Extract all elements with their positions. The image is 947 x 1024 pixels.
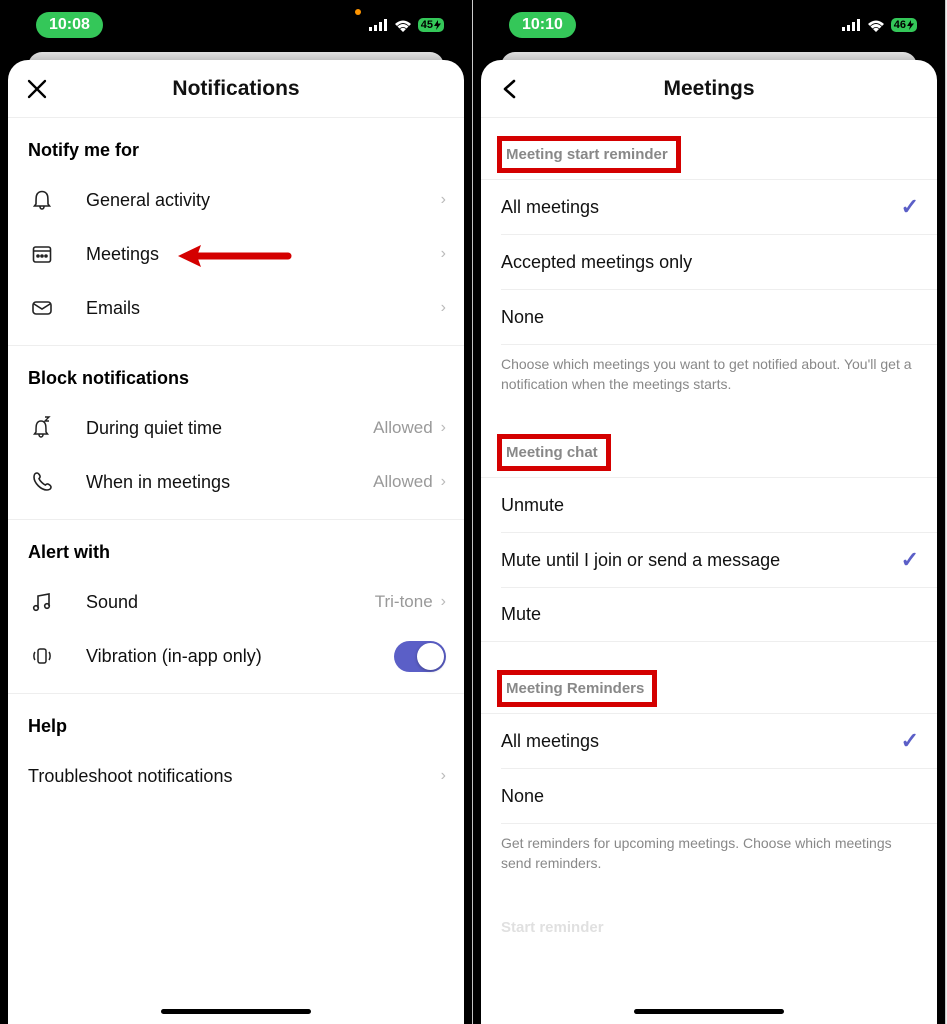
annotation-box: Meeting chat (497, 434, 611, 471)
annotation-box: Meeting start reminder (497, 136, 681, 173)
row-label: Sound (86, 592, 375, 613)
music-icon (28, 588, 56, 616)
row-label: Accepted meetings only (501, 252, 919, 273)
status-right-cluster: 46 (842, 18, 917, 32)
row-label: Emails (86, 298, 441, 319)
page-title: Notifications (66, 77, 406, 101)
row-label: Vibration (in-app only) (86, 646, 394, 667)
row-label: Unmute (501, 495, 919, 516)
row-sound[interactable]: Sound Tri-tone › (8, 575, 464, 629)
status-time: 10:08 (36, 12, 103, 38)
row-label: Mute until I join or send a message (501, 550, 901, 571)
status-bar: 10:10 46 (473, 0, 945, 50)
check-icon: ✓ (901, 728, 919, 754)
section-header-block: Block notifications (8, 346, 464, 401)
annotation-box: Meeting Reminders (497, 670, 657, 707)
row-when-in-meetings[interactable]: When in meetings Allowed › (8, 455, 464, 509)
chevron-right-icon: › (441, 593, 446, 611)
row-general-activity[interactable]: General activity › (8, 173, 464, 227)
check-icon: ✓ (901, 194, 919, 220)
status-right-cluster: 45 (357, 18, 444, 32)
vibration-icon (28, 642, 56, 670)
chevron-right-icon: › (441, 473, 446, 491)
phone-left: 10:08 45 Notifications Notify me for (0, 0, 473, 1024)
row-rem-all[interactable]: All meetings ✓ (481, 714, 937, 768)
row-accepted-only[interactable]: Accepted meetings only (481, 235, 937, 289)
section-header-notify: Notify me for (8, 118, 464, 173)
back-button[interactable] (481, 79, 539, 99)
row-label: When in meetings (86, 472, 373, 493)
footer-text-reminders: Get reminders for upcoming meetings. Cho… (481, 824, 937, 895)
content-scroll[interactable]: Meeting start reminder All meetings ✓ Ac… (481, 118, 937, 1024)
chevron-right-icon: › (441, 419, 446, 437)
row-emails[interactable]: Emails › (8, 281, 464, 335)
recording-dot-icon (355, 9, 361, 15)
row-label: None (501, 307, 919, 328)
row-label: All meetings (501, 731, 901, 752)
content-scroll[interactable]: Notify me for General activity › Meeting… (8, 118, 464, 1024)
cutoff-header: Start reminder (481, 895, 937, 936)
battery-icon: 45 (418, 18, 444, 32)
close-icon (27, 79, 47, 99)
row-label: General activity (86, 190, 441, 211)
home-indicator[interactable] (161, 1009, 311, 1014)
phone-right: 10:10 46 Meetings Meeting start remin (473, 0, 946, 1024)
row-none[interactable]: None (481, 290, 937, 344)
row-troubleshoot[interactable]: Troubleshoot notifications › (8, 749, 464, 803)
chevron-right-icon: › (441, 767, 446, 785)
chevron-right-icon: › (441, 299, 446, 317)
wifi-icon (394, 19, 412, 32)
status-bar: 10:08 45 (0, 0, 472, 50)
row-all-meetings[interactable]: All meetings ✓ (481, 180, 937, 234)
section-header-chat: Meeting chat (506, 444, 598, 461)
row-label: All meetings (501, 197, 901, 218)
wifi-icon (867, 19, 885, 32)
row-label: Mute (501, 604, 919, 625)
close-button[interactable] (8, 79, 66, 99)
row-value: Allowed (373, 418, 433, 438)
check-icon: ✓ (901, 547, 919, 573)
row-mute-until-join[interactable]: Mute until I join or send a message ✓ (481, 533, 937, 587)
section-header-start: Meeting start reminder (506, 146, 668, 163)
row-label: Meetings (86, 244, 441, 265)
page-title: Meetings (539, 77, 879, 101)
cellular-icon (369, 19, 388, 31)
chevron-left-icon (501, 79, 519, 99)
row-label: None (501, 786, 919, 807)
battery-level: 45 (421, 19, 433, 31)
sheet: Meetings Meeting start reminder All meet… (481, 60, 937, 1024)
row-label: Troubleshoot notifications (28, 766, 441, 787)
nav-bar: Meetings (481, 60, 937, 118)
section-header-alert: Alert with (8, 520, 464, 575)
footer-text-start: Choose which meetings you want to get no… (481, 345, 937, 416)
calendar-icon (28, 240, 56, 268)
sheet: Notifications Notify me for General acti… (8, 60, 464, 1024)
row-value: Tri-tone (375, 592, 433, 612)
row-value: Allowed (373, 472, 433, 492)
row-meetings[interactable]: Meetings › (8, 227, 464, 281)
vibration-toggle[interactable] (394, 641, 446, 672)
status-time: 10:10 (509, 12, 576, 38)
cellular-icon (842, 19, 861, 31)
battery-icon: 46 (891, 18, 917, 32)
chevron-right-icon: › (441, 191, 446, 209)
row-vibration: Vibration (in-app only) (8, 629, 464, 683)
row-mute[interactable]: Mute (481, 588, 937, 642)
row-quiet-time[interactable]: During quiet time Allowed › (8, 401, 464, 455)
home-indicator[interactable] (634, 1009, 784, 1014)
row-label: During quiet time (86, 418, 373, 439)
row-rem-none[interactable]: None (481, 769, 937, 823)
nav-bar: Notifications (8, 60, 464, 118)
section-header-help: Help (8, 694, 464, 749)
row-unmute[interactable]: Unmute (481, 478, 937, 532)
chevron-right-icon: › (441, 245, 446, 263)
mail-icon (28, 294, 56, 322)
bell-icon (28, 186, 56, 214)
battery-level: 46 (894, 19, 906, 31)
section-header-reminders: Meeting Reminders (506, 680, 644, 697)
bell-snooze-icon (28, 414, 56, 442)
phone-icon (28, 468, 56, 496)
